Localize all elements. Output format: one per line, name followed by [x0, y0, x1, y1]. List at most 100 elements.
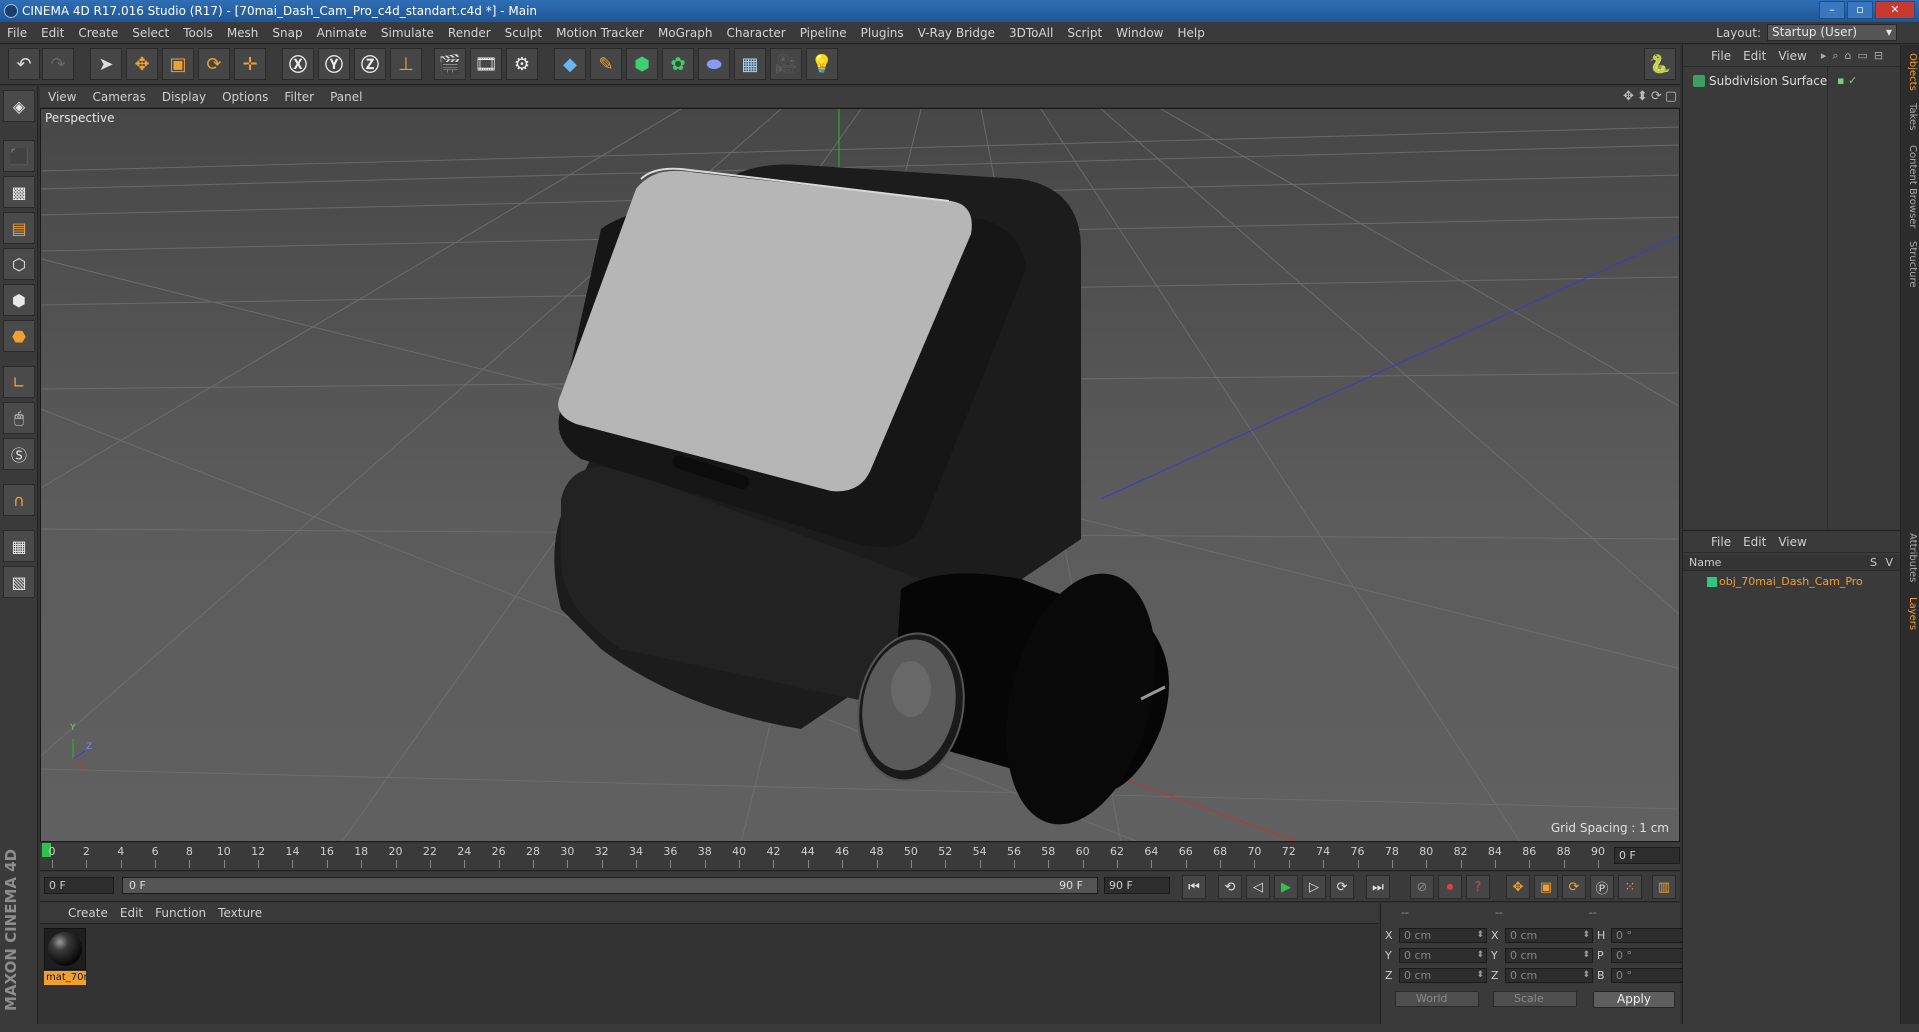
cube-primitive-icon[interactable]: ◆: [554, 48, 586, 80]
layer-item[interactable]: obj_70mai_Dash_Cam_Pro: [1689, 574, 1895, 590]
layout-dropdown[interactable]: Startup (User): [1767, 24, 1897, 41]
minimize-button[interactable]: –: [1819, 1, 1845, 19]
position-x-field[interactable]: 0 cm: [1399, 928, 1487, 943]
material-thumbnail[interactable]: [44, 928, 86, 970]
locked-workplane-icon[interactable]: ▧: [3, 566, 35, 598]
viewport-nav-icons[interactable]: ✥⬍⟳▢: [1623, 89, 1680, 104]
go-to-start-icon[interactable]: ⏮: [1182, 875, 1206, 899]
key-rotation-icon[interactable]: ⟳: [1562, 875, 1586, 899]
side-tab-attributes[interactable]: Attributes: [1903, 533, 1918, 582]
layers-menu-edit[interactable]: Edit: [1737, 535, 1772, 549]
move-icon[interactable]: ✥: [126, 48, 158, 80]
side-tab-takes[interactable]: Takes: [1903, 103, 1918, 130]
render-settings-icon[interactable]: ⚙: [506, 48, 538, 80]
object-item-subdivision-surface[interactable]: Subdivision Surface ▪ ✓: [1687, 73, 1893, 89]
object-visibility-check-icon[interactable]: ▪ ✓: [1837, 73, 1857, 89]
menu-script[interactable]: Script: [1060, 22, 1109, 44]
cloner-icon[interactable]: ✿: [662, 48, 694, 80]
go-to-end-icon[interactable]: ⏭: [1366, 875, 1390, 899]
snap-icon[interactable]: Ⓢ: [3, 438, 35, 470]
menu-character[interactable]: Character: [719, 22, 792, 44]
menu-edit[interactable]: Edit: [34, 22, 71, 44]
step-back-icon[interactable]: ◁: [1246, 875, 1270, 899]
side-tab-objects[interactable]: Objects: [1903, 53, 1918, 91]
spline-pen-icon[interactable]: ✎: [590, 48, 622, 80]
polygons-mode-icon[interactable]: ⬣: [3, 320, 35, 352]
keyframe-help-icon[interactable]: ?: [1466, 875, 1490, 899]
perspective-viewport[interactable]: Perspective Y Z Grid Spacing : 1 cm: [40, 108, 1680, 842]
make-editable-icon[interactable]: ◈: [3, 90, 35, 122]
viewport-menu-display[interactable]: Display: [154, 90, 214, 104]
menu-mograph[interactable]: MoGraph: [651, 22, 720, 44]
record-icon[interactable]: ⏺: [1438, 875, 1462, 899]
axis-mode-icon[interactable]: ∟: [3, 366, 35, 398]
menu-simulate[interactable]: Simulate: [374, 22, 441, 44]
viewport-menu-panel[interactable]: Panel: [322, 90, 370, 104]
z-axis-lock-icon[interactable]: Ⓩ: [354, 48, 386, 80]
step-forward-icon[interactable]: ▷: [1302, 875, 1326, 899]
render-view-icon[interactable]: 🎬: [434, 48, 466, 80]
play-icon[interactable]: ▶: [1274, 875, 1298, 899]
material-menu-create[interactable]: Create: [62, 906, 114, 920]
material-menu-texture[interactable]: Texture: [212, 906, 268, 920]
menu-tools[interactable]: Tools: [176, 22, 220, 44]
autokey-icon[interactable]: ⊘: [1410, 875, 1434, 899]
floor-icon[interactable]: ▦: [734, 48, 766, 80]
menu-animate[interactable]: Animate: [310, 22, 374, 44]
x-axis-lock-icon[interactable]: Ⓧ: [282, 48, 314, 80]
redo-icon[interactable]: ↷: [42, 48, 74, 80]
menu-3dtoall[interactable]: 3DToAll: [1002, 22, 1060, 44]
key-scale-icon[interactable]: ▣: [1534, 875, 1558, 899]
rotate-icon[interactable]: ⟳: [198, 48, 230, 80]
close-button[interactable]: ✕: [1875, 1, 1915, 19]
undo-icon[interactable]: ↶: [8, 48, 40, 80]
position-z-field[interactable]: 0 cm: [1399, 968, 1487, 983]
select-arrow-icon[interactable]: ➤: [90, 48, 122, 80]
camera-icon[interactable]: 🎥: [770, 48, 802, 80]
python-icon[interactable]: 🐍: [1644, 48, 1676, 80]
scale-icon[interactable]: ▣: [162, 48, 194, 80]
menu-help[interactable]: Help: [1170, 22, 1211, 44]
menu-window[interactable]: Window: [1109, 22, 1170, 44]
next-key-icon[interactable]: ⟳: [1330, 875, 1354, 899]
apply-button[interactable]: Apply: [1593, 991, 1675, 1008]
frame-range-slider[interactable]: 0 F 90 F: [122, 877, 1098, 894]
viewport-menu-view[interactable]: View: [40, 90, 84, 104]
transform-icon[interactable]: ✛: [234, 48, 266, 80]
menu-plugins[interactable]: Plugins: [854, 22, 911, 44]
menu-vray-bridge[interactable]: V-Ray Bridge: [911, 22, 1002, 44]
side-tab-layers[interactable]: Layers: [1903, 597, 1918, 630]
light-icon[interactable]: 💡: [806, 48, 838, 80]
texture-mode-icon[interactable]: ▩: [3, 176, 35, 208]
menu-snap[interactable]: Snap: [265, 22, 309, 44]
objects-menu-view[interactable]: View: [1772, 49, 1812, 63]
menu-select[interactable]: Select: [125, 22, 176, 44]
menu-render[interactable]: Render: [441, 22, 498, 44]
object-manager-tool-icons[interactable]: ▸⌕⌂▭⊟: [1821, 49, 1889, 63]
world-dropdown[interactable]: World: [1395, 991, 1479, 1007]
size-z-field[interactable]: 0 cm: [1505, 968, 1593, 983]
size-y-field[interactable]: 0 cm: [1505, 948, 1593, 963]
side-tab-structure[interactable]: Structure: [1903, 241, 1918, 288]
key-position-icon[interactable]: ✥: [1506, 875, 1530, 899]
menu-sculpt[interactable]: Sculpt: [498, 22, 549, 44]
timeline-window-icon[interactable]: ▥: [1652, 875, 1676, 899]
start-frame-field[interactable]: 0 F: [44, 877, 114, 894]
objects-menu-file[interactable]: File: [1705, 49, 1737, 63]
menu-mesh[interactable]: Mesh: [220, 22, 266, 44]
end-frame-field[interactable]: 90 F: [1104, 877, 1170, 894]
side-tab-content-browser[interactable]: Content Browser: [1903, 145, 1918, 228]
viewport-menu-options[interactable]: Options: [214, 90, 276, 104]
maximize-button[interactable]: ▫: [1847, 1, 1873, 19]
material-name[interactable]: mat_70m: [44, 971, 86, 985]
y-axis-lock-icon[interactable]: Ⓨ: [318, 48, 350, 80]
deformer-icon[interactable]: ⬬: [698, 48, 730, 80]
tweak-mode-icon[interactable]: 🖱: [3, 402, 35, 434]
key-point-level-icon[interactable]: ⁙: [1618, 875, 1642, 899]
scale-dropdown[interactable]: Scale: [1493, 991, 1577, 1007]
timeline-ruler[interactable]: 0 2 4 6 8 10 12 14 16 18 20 22 24 26 28 30 32 34 36 38 40 42 4…: [40, 843, 1680, 871]
menu-create[interactable]: Create: [71, 22, 125, 44]
coordinate-system-icon[interactable]: ⊥: [390, 48, 422, 80]
menu-file[interactable]: File: [0, 22, 34, 44]
position-y-field[interactable]: 0 cm: [1399, 948, 1487, 963]
